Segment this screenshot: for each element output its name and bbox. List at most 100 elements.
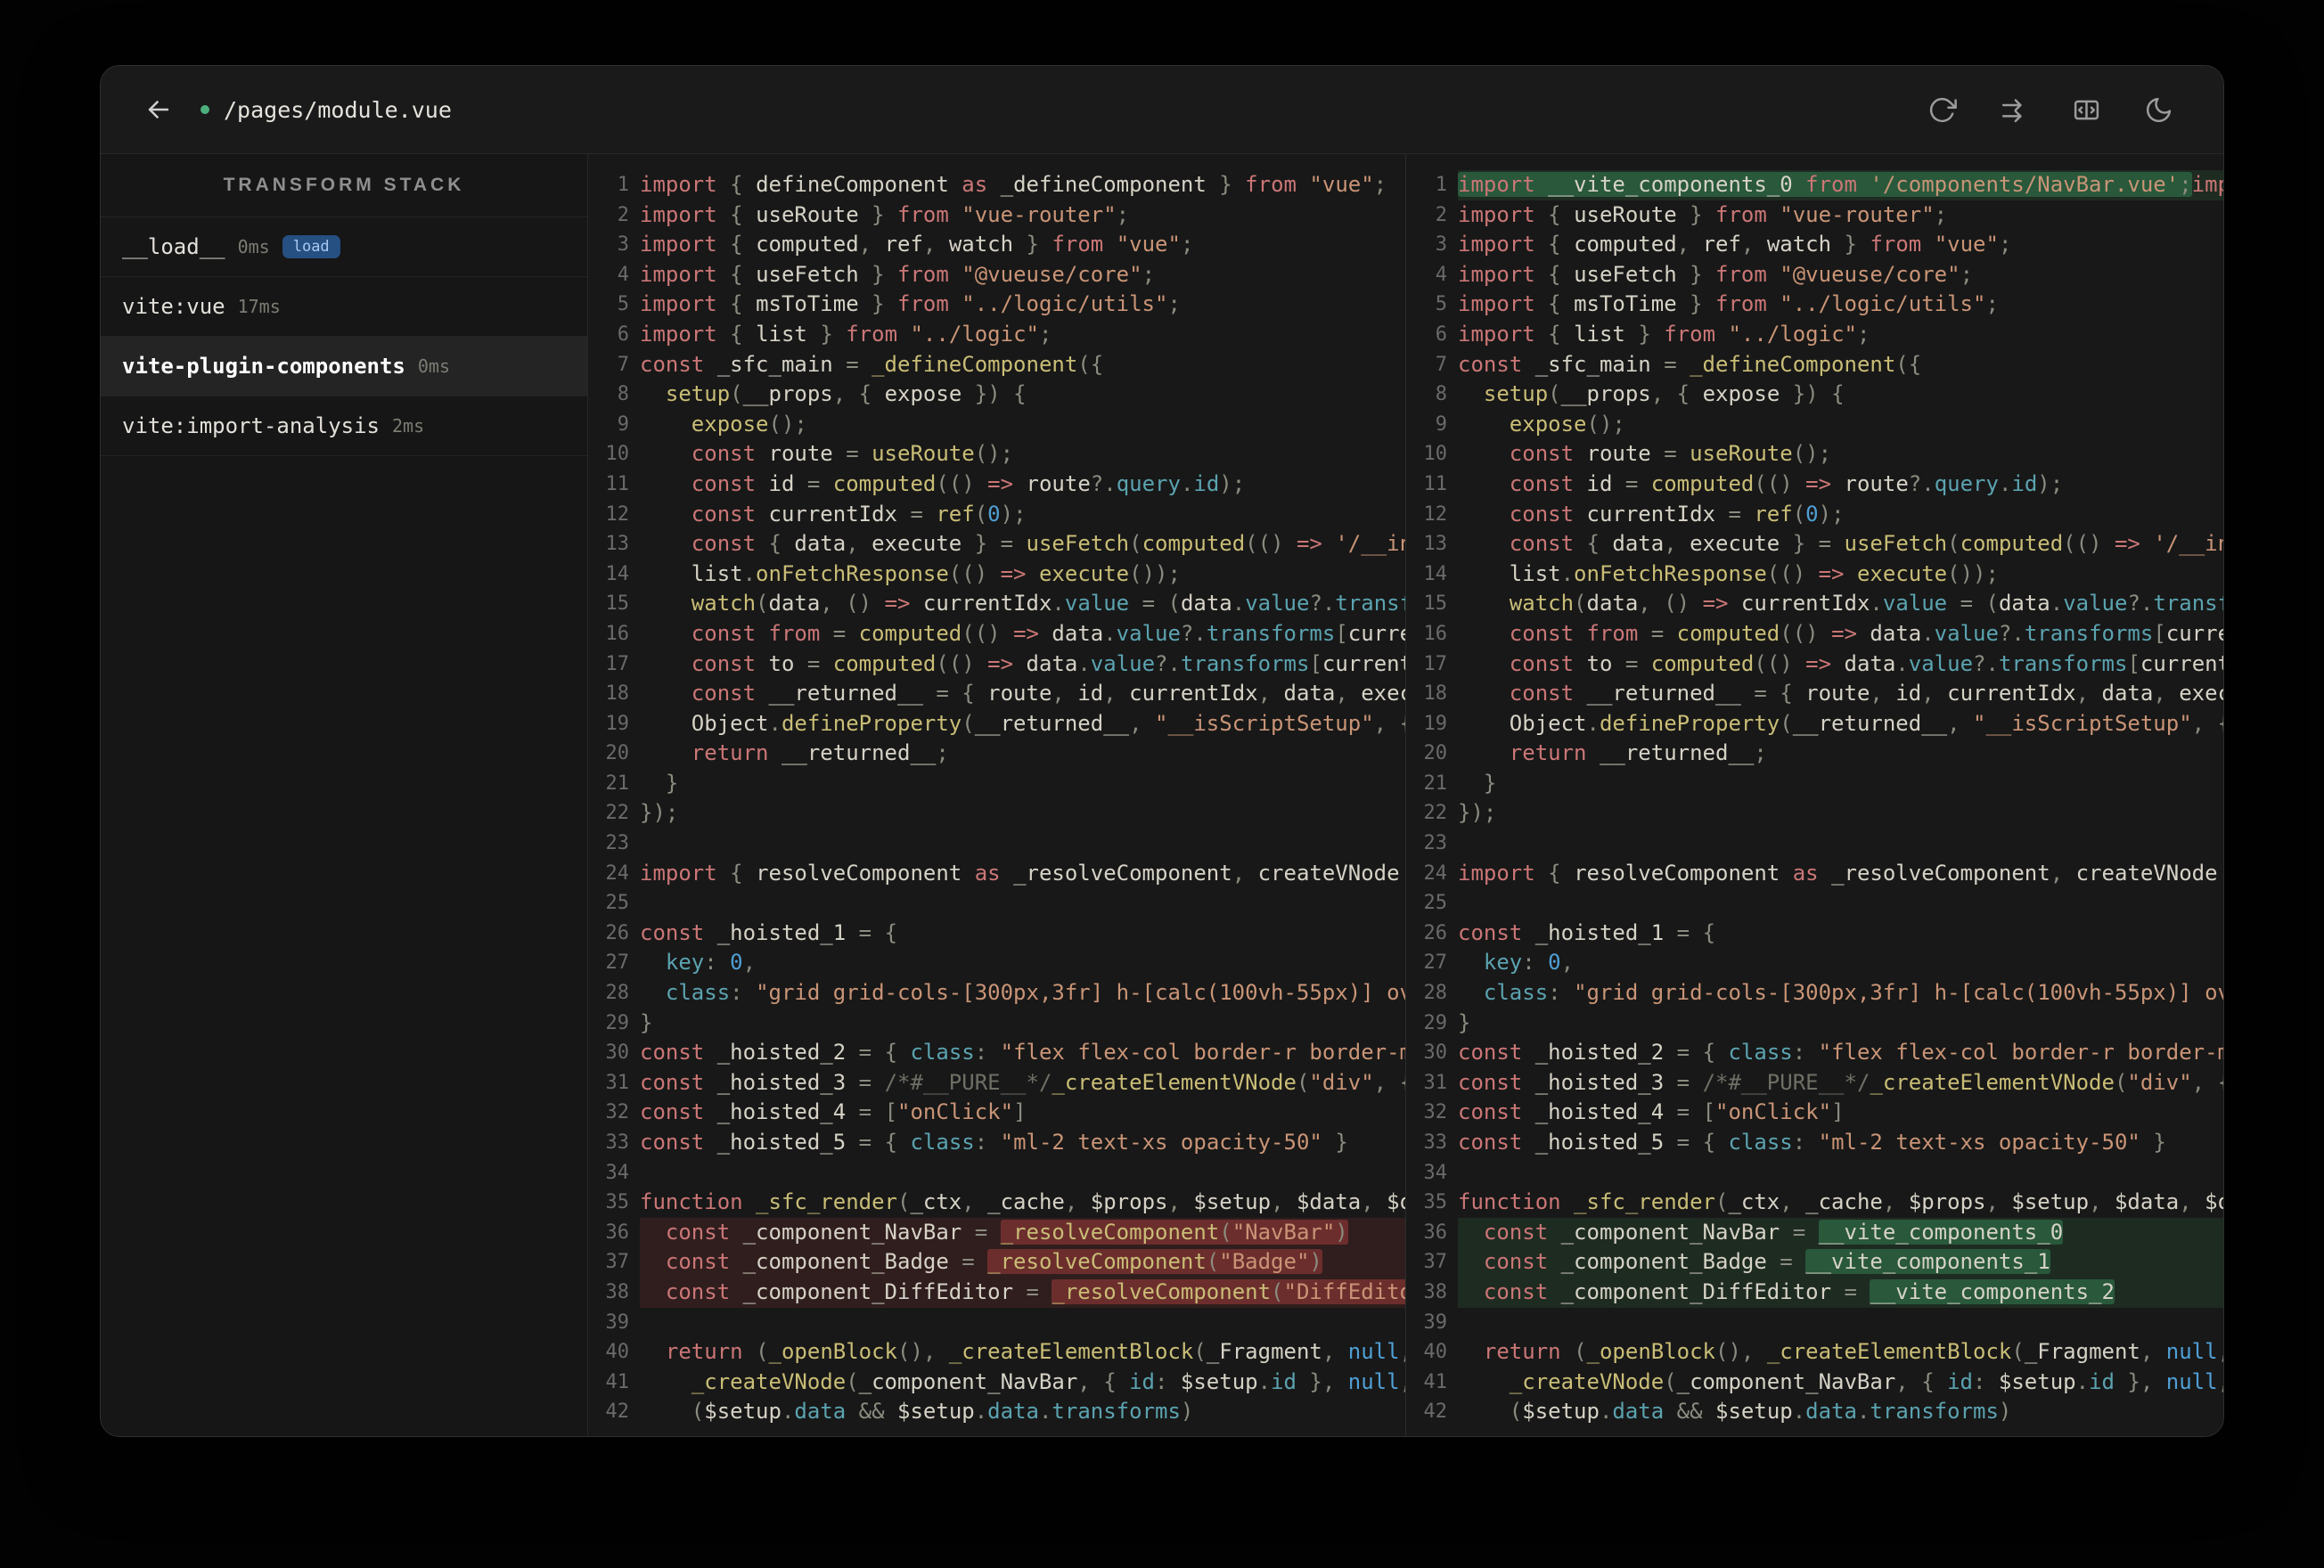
module-path: /pages/module.vue (224, 96, 452, 123)
line-number: 7 (617, 353, 629, 376)
code-token: currentIdx (1347, 620, 1405, 646)
code-token: { (1548, 321, 1561, 347)
sidebar-item-vite-import-analysis[interactable]: vite:import-analysis 2ms (101, 396, 587, 456)
code-line: 27 key: 0, (588, 948, 1405, 978)
code-token: ; (1985, 560, 1999, 586)
code-token: id (1271, 1368, 1297, 1394)
code-token: , (1740, 232, 1755, 257)
code-token: ( (1766, 650, 1780, 676)
code-token: key (1483, 950, 1523, 976)
dark-mode-button[interactable] (2140, 92, 2177, 128)
code-token: id (1193, 470, 1220, 496)
code-token: ) (1180, 1399, 1194, 1425)
code-token: defineComponent (756, 172, 949, 197)
code-token: __vite_components_2 (1870, 1278, 2115, 1304)
code-token: ; (1754, 740, 1767, 766)
code-text-del: const _component_NavBar = _resolveCompon… (640, 1217, 1405, 1248)
code-token: _createVNode (1509, 1368, 1665, 1394)
diff-word-del: _resolveComponent("DiffEditor") (1052, 1278, 1405, 1304)
code-token: , (1895, 1368, 1909, 1394)
code-token: list (691, 560, 743, 586)
code-token: ( (962, 620, 975, 646)
line-number: 39 (605, 1311, 630, 1334)
code-token: . (1077, 650, 1091, 676)
code-token: { (730, 291, 743, 317)
code-line: 14 list.onFetchResponse(() => execute())… (1406, 559, 2223, 590)
refresh-button[interactable] (1924, 92, 1960, 128)
code-line: 8 setup(__props, { expose }) { (588, 380, 1405, 410)
code-token: } (1690, 291, 1703, 317)
code-token: transforms (2024, 620, 2154, 646)
inline-diff-button[interactable] (1996, 92, 2033, 128)
code-line: 6 import { list } from "../logic"; (1406, 320, 2223, 350)
code-line: 39 (1406, 1308, 2223, 1338)
code-token: , (2075, 681, 2090, 706)
code-token: { (884, 919, 898, 945)
back-button[interactable] (136, 87, 181, 132)
code-text: import { useRoute } from "vue-router"; (640, 200, 1405, 231)
code-token: = (806, 470, 821, 496)
code-token: currentIdx (768, 501, 898, 527)
code-token: ?. (1309, 591, 1336, 617)
code-token: _resolveComponent (1052, 1278, 1272, 1304)
code-token: const (1483, 1219, 1549, 1245)
sidebar-item-vite-vue[interactable]: vite:vue 17ms (101, 277, 587, 337)
code-token: _component_NavBar (1676, 1368, 1896, 1394)
line-number: 11 (1423, 472, 1448, 495)
code-token: ) (1219, 470, 1232, 496)
side-by-side-button[interactable] (2068, 92, 2105, 128)
code-token: return (665, 1339, 743, 1365)
code-text-add: const _component_Badge = __vite_componen… (1458, 1247, 2223, 1278)
line-number: 1 (617, 174, 629, 196)
code-line: 37 const _component_Badge = _resolveComp… (588, 1247, 1405, 1278)
plugin-duration: 0ms (237, 236, 270, 257)
code-token: value (1116, 620, 1181, 646)
code-token: ; (1960, 261, 1974, 287)
arrow-left-icon (148, 101, 169, 118)
code-token: class (1728, 1040, 1793, 1066)
code-token: computed (1650, 470, 1755, 496)
line-number: 30 (605, 1041, 630, 1065)
code-token: value (1245, 591, 1310, 617)
code-line: 42 ($setup.data && $setup.data.transform… (1406, 1397, 2223, 1427)
code-token: . (1792, 1399, 1806, 1425)
diff-pane-before[interactable]: 1 import { defineComponent as _defineComp… (588, 154, 1406, 1436)
sidebar-item-vite-plugin-components[interactable]: vite-plugin-components 0ms (101, 337, 587, 396)
code-line: 32 const _hoisted_4 = ["onClick"] (588, 1098, 1405, 1128)
code-token: "__isScriptSetup" (1973, 710, 2192, 736)
line-number: 23 (1423, 832, 1448, 855)
code-line: 18 const __returned__ = { route, id, cur… (588, 679, 1406, 709)
code-token: ( (962, 710, 975, 736)
code-token: { (730, 321, 743, 347)
code-token: } (1792, 381, 1806, 407)
code-token: _createElementBlock (1766, 1339, 2012, 1365)
code-token: ; (1818, 441, 1832, 467)
code-token: { (1090, 351, 1104, 377)
code-token: , (1921, 681, 1935, 706)
code-token: _defineComponent (872, 351, 1078, 377)
code-token: ) (987, 381, 1001, 407)
code-token: transforms (1870, 1399, 1999, 1425)
code-token: } (872, 261, 885, 287)
code-token: . (1038, 1399, 1052, 1425)
code-token: : (1792, 1130, 1806, 1155)
code-token: : (1522, 950, 1535, 976)
code-token: route (768, 441, 833, 467)
code-token: const (1458, 1130, 1523, 1155)
code-token: . (1257, 1368, 1272, 1394)
code-token: value (2063, 591, 2128, 617)
code-token: import (640, 172, 717, 197)
code-token: ( (897, 1189, 911, 1215)
code-token: ] (1013, 1099, 1027, 1125)
code-token: data (1283, 681, 1336, 706)
code-line: 42 ($setup.data && $setup.data.transform… (588, 1397, 1405, 1427)
code-token: , (1638, 591, 1651, 617)
diff-pane-after[interactable]: 1 import __vite_components_0 from '/compo… (1406, 154, 2223, 1436)
code-token: execute (1690, 531, 1780, 557)
code-token: $setup (1522, 1399, 1600, 1425)
sidebar-item-load[interactable]: __load__ 0ms load (101, 217, 587, 277)
line-number: 34 (605, 1161, 630, 1184)
code-token: _component_Badge (1560, 1249, 1767, 1275)
code-token: ; (1167, 560, 1181, 586)
